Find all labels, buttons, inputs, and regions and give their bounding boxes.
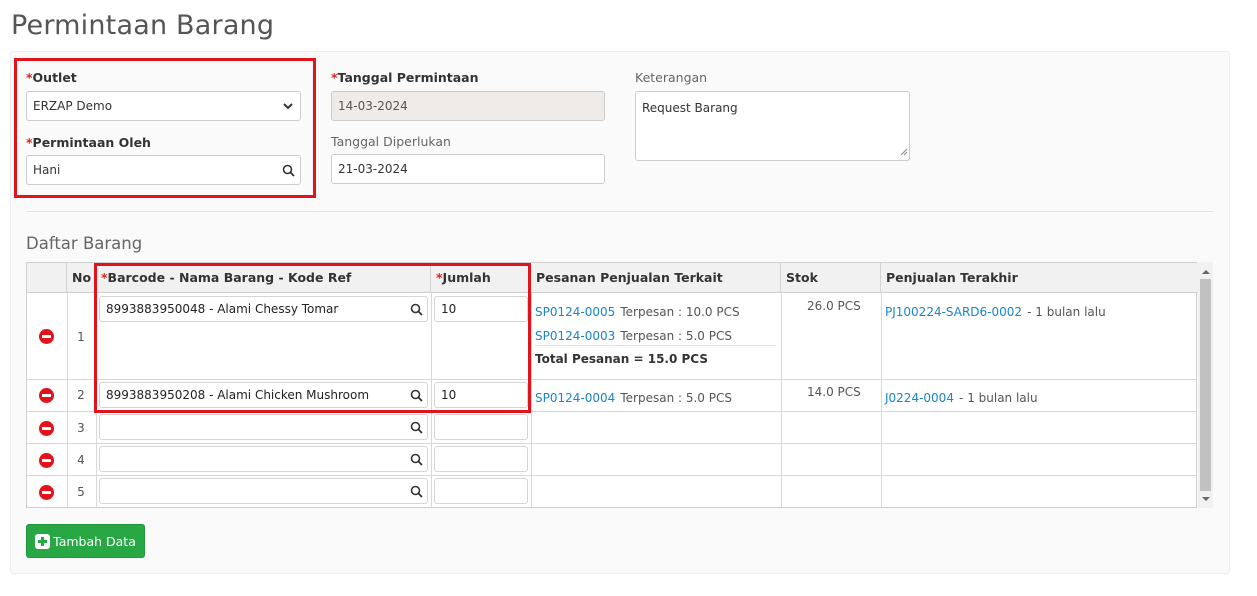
- row-number: 5: [77, 485, 85, 499]
- order-line: SP0124-0003 Terpesan : 5.0 PCS: [535, 329, 732, 343]
- qty-input[interactable]: [434, 414, 528, 440]
- search-icon[interactable]: [409, 302, 423, 316]
- item-search-input[interactable]: [99, 446, 428, 472]
- page-title: Permintaan Barang: [11, 10, 275, 41]
- section-title: Daftar Barang: [26, 234, 143, 253]
- col-header-action: [27, 263, 67, 293]
- item-search-input[interactable]: 8993883950048 - Alami Chessy Tomar: [99, 296, 428, 322]
- qty-value: 10: [441, 388, 457, 402]
- item-search-input[interactable]: 8993883950208 - Alami Chicken Mushroom: [99, 382, 428, 408]
- scroll-down-icon[interactable]: [1198, 491, 1213, 506]
- last-sale: J0224-0004 - 1 bulan lalu: [885, 391, 1038, 405]
- section-divider: [26, 211, 1214, 212]
- requested-by-value: Hani: [33, 163, 61, 177]
- qty-value: 10: [441, 302, 457, 316]
- row-number: 2: [77, 388, 85, 402]
- scroll-up-icon[interactable]: [1198, 264, 1213, 279]
- notes-textarea[interactable]: Request Barang: [635, 91, 910, 161]
- order-line: SP0124-0004 Terpesan : 5.0 PCS: [535, 391, 732, 405]
- col-header-orders: Pesanan Penjualan Terkait: [531, 263, 781, 293]
- remove-circle-icon[interactable]: [39, 388, 54, 403]
- outlet-label: *Outlet: [26, 70, 77, 85]
- add-row-label: Tambah Data: [53, 533, 136, 549]
- needed-date-input[interactable]: 21-03-2024: [331, 154, 605, 184]
- outlet-select[interactable]: ERZAP Demo: [26, 91, 301, 121]
- stock-value: 26.0 PCS: [807, 299, 861, 313]
- item-search-input[interactable]: [99, 414, 428, 440]
- last-sale-link[interactable]: PJ100224-SARD6-0002: [885, 305, 1022, 319]
- remove-circle-icon[interactable]: [39, 485, 54, 500]
- request-date-label: *Tanggal Permintaan: [331, 70, 479, 85]
- remove-circle-icon[interactable]: [39, 329, 54, 344]
- outlet-value: ERZAP Demo: [33, 99, 113, 113]
- requested-by-input[interactable]: Hani: [26, 155, 301, 185]
- order-line: SP0124-0005 Terpesan : 10.0 PCS: [535, 305, 740, 319]
- row-number: 1: [77, 330, 85, 344]
- col-header-item: * Barcode - Nama Barang - Kode Ref: [96, 263, 431, 293]
- qty-input[interactable]: 10: [434, 382, 528, 408]
- last-sale-link[interactable]: J0224-0004: [885, 391, 954, 405]
- col-header-last-sale: Penjualan Terakhir: [881, 263, 1198, 293]
- chevron-down-icon: [280, 98, 296, 114]
- row-number: 3: [77, 421, 85, 435]
- needed-date-label: Tanggal Diperlukan: [331, 134, 451, 149]
- request-date-value: 14-03-2024: [338, 99, 408, 113]
- stock-value: 14.0 PCS: [807, 385, 861, 399]
- order-link[interactable]: SP0124-0004: [535, 391, 615, 405]
- needed-date-value: 21-03-2024: [338, 162, 408, 176]
- table-scrollbar-thumb[interactable]: [1200, 279, 1211, 491]
- item-value: 8993883950208 - Alami Chicken Mushroom: [106, 388, 370, 402]
- remove-circle-icon[interactable]: [39, 453, 54, 468]
- search-icon[interactable]: [409, 388, 423, 402]
- row-number: 4: [77, 453, 85, 467]
- last-sale: PJ100224-SARD6-0002 - 1 bulan lalu: [885, 305, 1106, 319]
- remove-circle-icon[interactable]: [39, 421, 54, 436]
- add-row-button[interactable]: Tambah Data: [26, 524, 145, 558]
- qty-input[interactable]: [434, 478, 528, 504]
- item-value: 8993883950048 - Alami Chessy Tomar: [106, 302, 339, 316]
- qty-input[interactable]: [434, 446, 528, 472]
- col-header-qty: * Jumlah: [431, 263, 531, 293]
- items-table: No * Barcode - Nama Barang - Kode Ref * Ju…: [26, 262, 1198, 508]
- plus-square-icon: [35, 533, 51, 549]
- notes-label: Keterangan: [635, 70, 708, 85]
- notes-value: Request Barang: [642, 101, 738, 115]
- col-header-stock: Stok: [781, 263, 881, 293]
- item-search-input[interactable]: [99, 478, 428, 504]
- order-link[interactable]: SP0124-0003: [535, 329, 615, 343]
- resize-handle-icon[interactable]: [900, 145, 908, 159]
- qty-input[interactable]: 10: [434, 296, 528, 322]
- request-date-input: 14-03-2024: [331, 91, 605, 121]
- order-link[interactable]: SP0124-0005: [535, 305, 615, 319]
- order-total: Total Pesanan = 15.0 PCS: [535, 352, 708, 366]
- col-header-no: No: [67, 263, 96, 293]
- search-icon[interactable]: [409, 420, 423, 434]
- requested-by-label: *Permintaan Oleh: [26, 135, 151, 150]
- search-icon[interactable]: [280, 162, 296, 178]
- search-icon[interactable]: [409, 452, 423, 466]
- search-icon[interactable]: [409, 484, 423, 498]
